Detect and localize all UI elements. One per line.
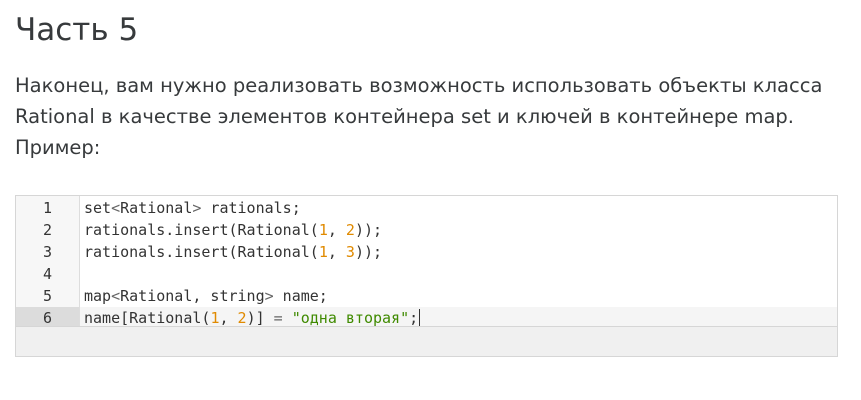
- line-number: 2: [42, 221, 53, 239]
- code-token: rationals;: [201, 199, 301, 217]
- code-token: ));: [354, 243, 383, 261]
- code-line[interactable]: 2 rationals.insert(Rational(1, 2));: [16, 219, 837, 241]
- code-token: Rational, string: [120, 287, 265, 305]
- code-token: <: [111, 199, 121, 217]
- code-line[interactable]: 3 rationals.insert(Rational(1, 3));: [16, 241, 837, 263]
- code-line-text[interactable]: rationals.insert(Rational(1, 2));: [80, 219, 837, 241]
- code-line[interactable]: 5 map<Rational, string> name;: [16, 285, 837, 307]
- code-token: ;: [409, 309, 419, 327]
- code-token: "одна вторая": [291, 309, 410, 327]
- code-token: map: [84, 287, 112, 305]
- code-line-text[interactable]: name[Rational(1, 2)] = "одна вторая";: [80, 307, 837, 327]
- line-number: 1: [42, 199, 53, 217]
- code-token: 2: [237, 309, 247, 327]
- code-token: Rational: [120, 199, 193, 217]
- text-cursor: [419, 309, 421, 326]
- paragraph-line: Пример:: [15, 136, 101, 159]
- code-token: rationals.insert(Rational(: [84, 243, 319, 261]
- code-line[interactable]: 1 set<Rational> rationals;: [16, 197, 837, 219]
- code-token: ,: [327, 221, 346, 239]
- code-line-text[interactable]: set<Rational> rationals;: [80, 197, 837, 219]
- code-token: ));: [354, 221, 383, 239]
- code-token: )]: [246, 309, 274, 327]
- code-token: ,: [219, 309, 238, 327]
- code-token: name;: [273, 287, 328, 305]
- line-number: 6: [16, 307, 79, 326]
- code-token: 3: [345, 243, 355, 261]
- code-token: set: [84, 199, 112, 217]
- line-number: 3: [42, 243, 53, 261]
- code-token: rationals.insert(Rational(: [84, 221, 319, 239]
- code-token: 2: [345, 221, 355, 239]
- code-token: >: [264, 287, 274, 305]
- code-token: name[Rational(: [84, 309, 211, 327]
- code-token: ,: [327, 243, 346, 261]
- code-token: <: [111, 287, 121, 305]
- code-line[interactable]: 6 name[Rational(1, 2)] = "одна вторая";: [16, 307, 837, 327]
- code-editor[interactable]: 1 set<Rational> rationals; 2 rationals.inse…: [15, 195, 838, 357]
- code-token: 1: [318, 221, 328, 239]
- line-number: 5: [42, 287, 53, 305]
- code-editor-text-area[interactable]: 1 set<Rational> rationals; 2 rationals.inse…: [16, 196, 837, 327]
- code-line-text[interactable]: [80, 263, 837, 285]
- code-token: 1: [318, 243, 328, 261]
- paragraph-line: Rational в качестве элементов контейнера…: [15, 105, 794, 128]
- code-token: =: [273, 309, 283, 327]
- description-paragraph: Наконец, вам нужно реализовать возможнос…: [15, 70, 845, 163]
- line-number: 4: [42, 265, 53, 283]
- page-title: Часть 5: [15, 12, 139, 48]
- code-line-text[interactable]: rationals.insert(Rational(1, 3));: [80, 241, 837, 263]
- code-line[interactable]: 4: [16, 263, 837, 285]
- code-line-text[interactable]: map<Rational, string> name;: [80, 285, 837, 307]
- paragraph-line: Наконец, вам нужно реализовать возможнос…: [15, 74, 823, 97]
